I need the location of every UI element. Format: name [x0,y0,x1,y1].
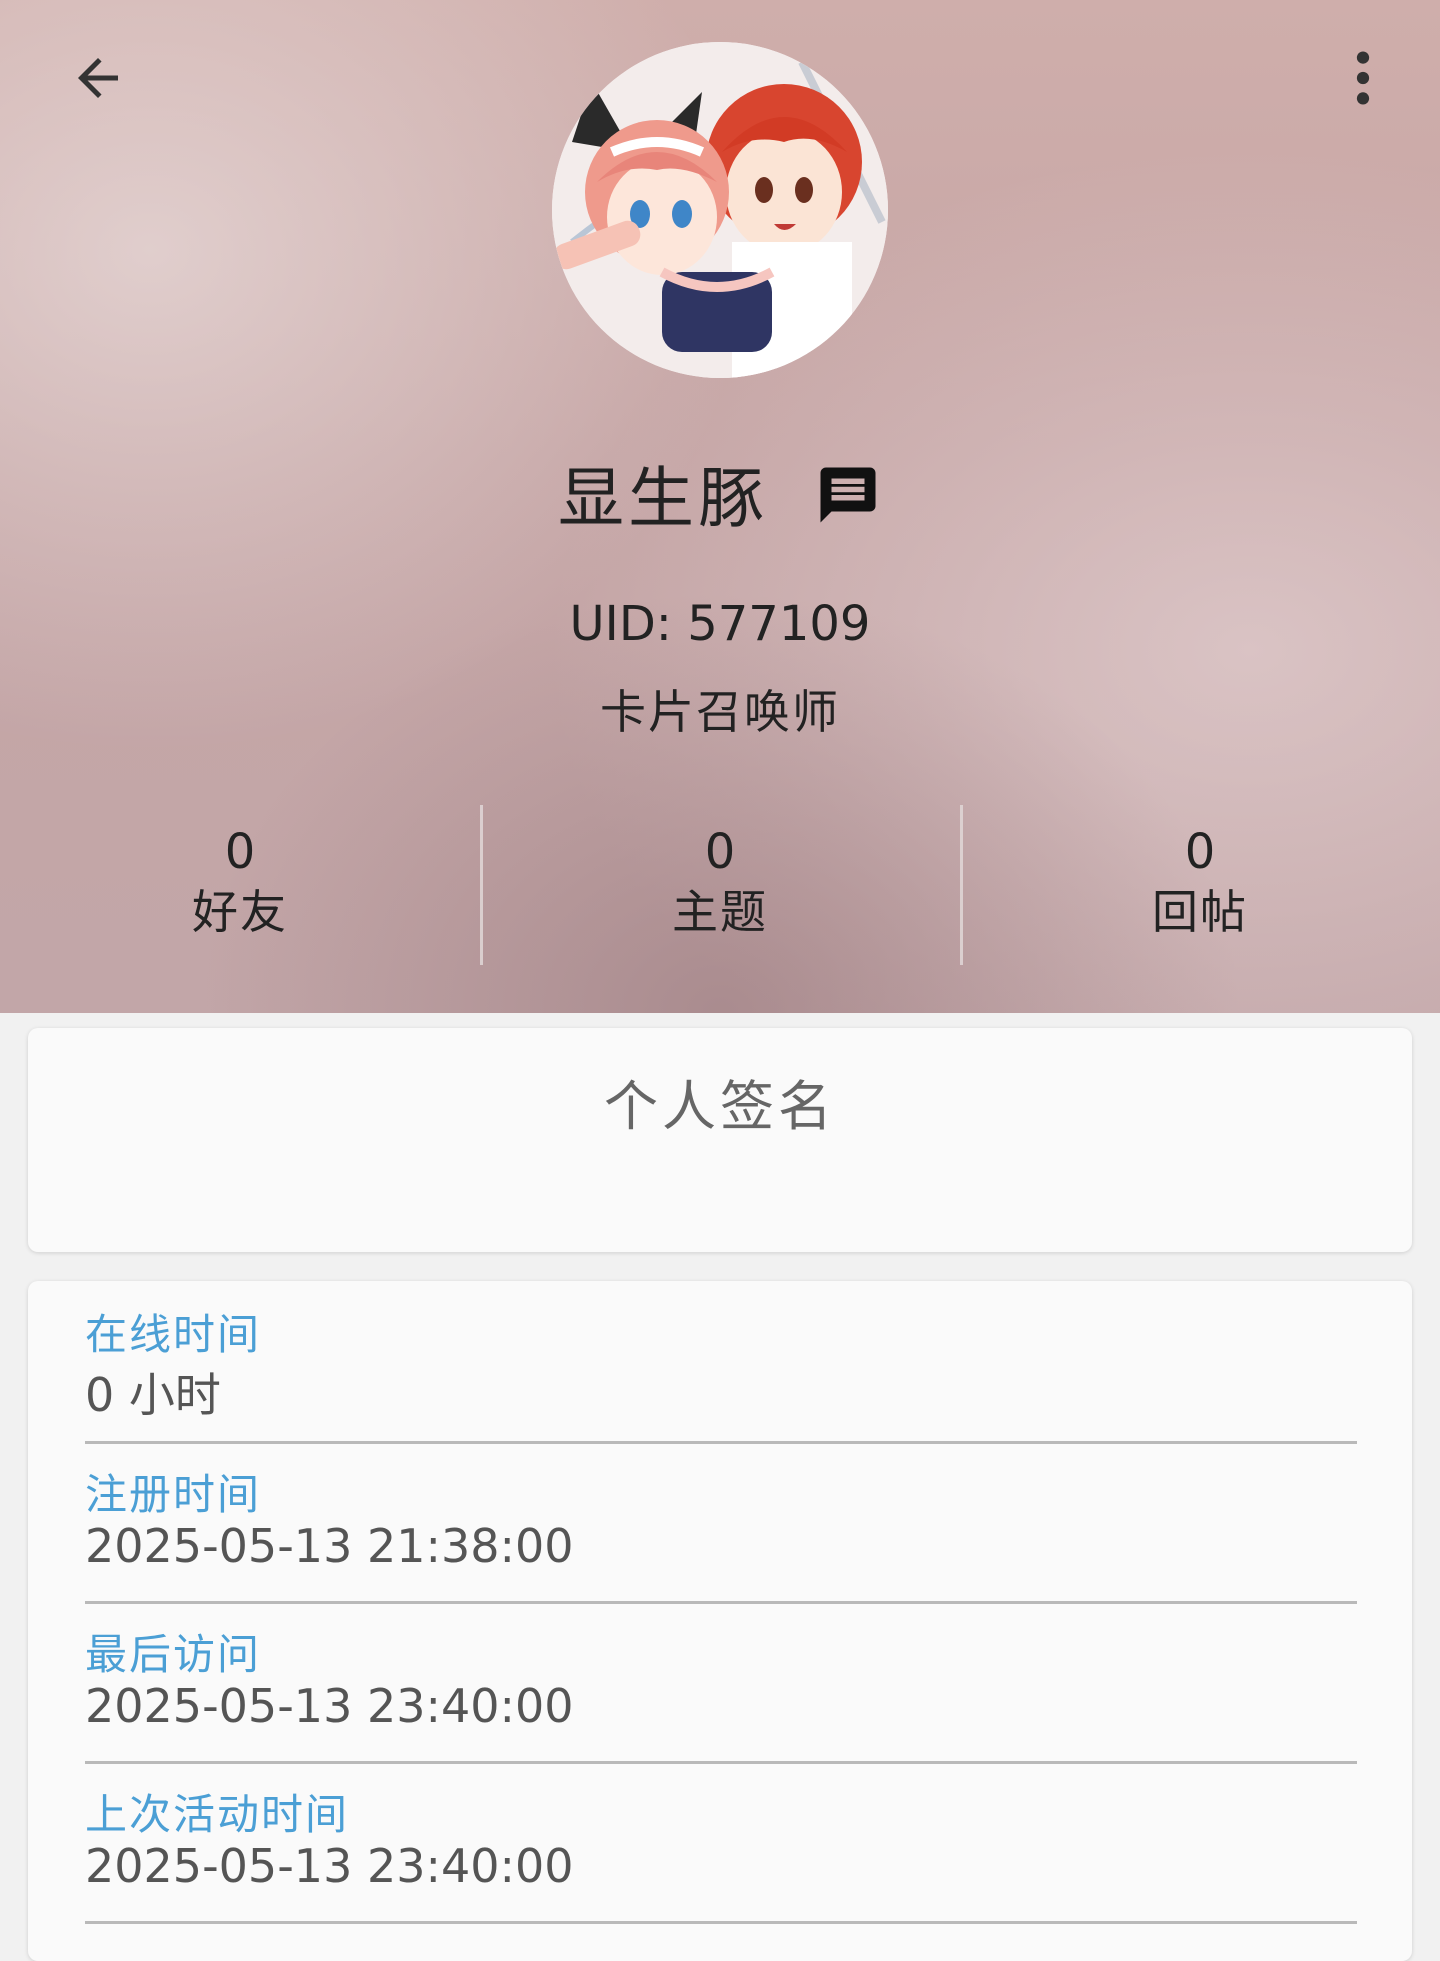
user-group: 卡片召唤师 [600,685,840,739]
info-label: 注册时间 [85,1470,262,1519]
message-icon [820,467,876,523]
more-vert-icon [1356,51,1370,105]
stat-threads[interactable]: 0 主题 [480,800,960,965]
stat-value: 0 [1184,823,1216,880]
info-row-register-time: 注册时间 2025-05-13 21:38:00 [85,1441,1357,1604]
info-label: 最后访问 [85,1630,262,1679]
more-options-button[interactable] [1318,32,1408,124]
info-label: 上次活动时间 [85,1790,350,1839]
stat-replies[interactable]: 0 回帖 [960,800,1440,965]
send-message-button[interactable] [814,461,882,529]
signature-title: 个人签名 [604,1075,836,1138]
info-value: 2025-05-13 23:40:00 [85,1679,574,1733]
stat-label: 回帖 [1152,884,1248,939]
user-uid: UID: 577109 [569,596,871,652]
signature-card: 个人签名 [28,1028,1412,1252]
username-row: 显生豚 [0,448,1440,538]
info-label: 在线时间 [85,1310,262,1359]
info-value: 2025-05-13 23:40:00 [85,1839,574,1893]
stats-bar: 0 好友 0 主题 0 回帖 [0,800,1440,965]
avatar[interactable] [552,42,888,378]
info-row-last-activity: 上次活动时间 2025-05-13 23:40:00 [85,1761,1357,1924]
info-value: 2025-05-13 21:38:00 [85,1519,574,1573]
info-value: 0 小时 [85,1368,221,1422]
stat-value: 0 [224,823,256,880]
stat-friends[interactable]: 0 好友 [0,800,480,965]
anime-avatar-image [552,42,888,378]
profile-header: 显生豚 UID: 577109 卡片召唤师 0 好友 0 主题 0 回帖 [0,0,1440,1013]
stat-label: 好友 [192,884,288,939]
stat-value: 0 [704,823,736,880]
info-row-last-visit: 最后访问 2025-05-13 23:40:00 [85,1601,1357,1764]
username: 显生豚 [558,460,768,537]
info-row-online-time: 在线时间 0 小时 [85,1281,1357,1444]
arrow-back-icon [78,58,118,98]
back-button[interactable] [52,32,144,124]
stat-label: 主题 [672,884,768,939]
info-card: 在线时间 0 小时 注册时间 2025-05-13 21:38:00 最后访问 … [28,1281,1412,1961]
